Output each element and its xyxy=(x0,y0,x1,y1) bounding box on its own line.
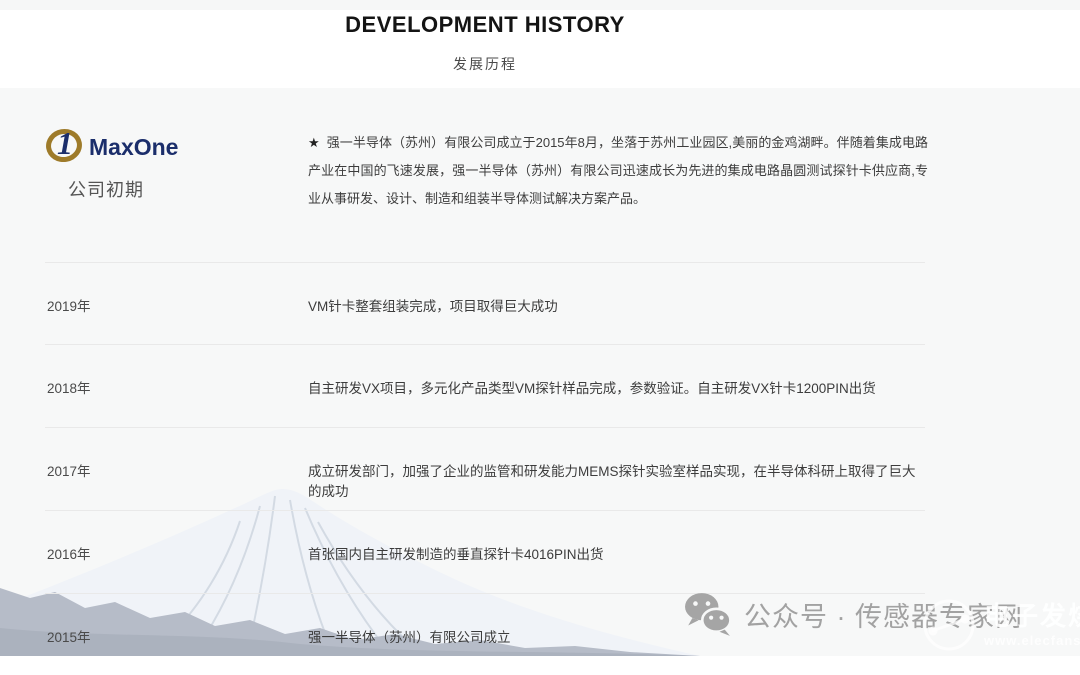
timeline-year: 2018年 xyxy=(47,381,91,396)
wechat-icon xyxy=(685,593,732,636)
elecfans-logo-icon xyxy=(923,599,975,651)
divider xyxy=(45,262,925,263)
company-intro-paragraph: ★ 强一半导体（苏州）有限公司成立于2015年8月，坐落于苏州工业园区,美丽的金鸡… xyxy=(308,129,928,213)
stage-label: 公司初期 xyxy=(68,180,144,200)
star-bullet-icon: ★ xyxy=(308,135,320,150)
timeline-description: 成立研发部门，加强了企业的监管和研发能力MEMS探针实验室样品实现，在半导体科研… xyxy=(308,464,916,499)
elecfans-watermark: 电子发烧友 www.elecfans.com xyxy=(922,598,1080,652)
timeline-row-2016: 2016年 首张国内自主研发制造的垂直探针卡4016PIN出货 xyxy=(45,510,925,592)
divider xyxy=(45,510,925,511)
development-history-page: DEVELOPMENT HISTORY 发展历程 1 MaxOne 公司初期 ★… xyxy=(0,0,1080,656)
timeline-year: 2019年 xyxy=(47,299,91,314)
company-logo-block: 1 MaxOne 公司初期 xyxy=(43,125,264,202)
elecfans-name: 电子发烧友 xyxy=(984,601,1080,632)
timeline-row-2019: 2019年 VM针卡整套组装完成，项目取得巨大成功 xyxy=(45,262,925,344)
numeral-one-glyph: 1 xyxy=(57,125,73,161)
elecfans-text-block: 电子发烧友 www.elecfans.com xyxy=(984,602,1080,648)
maxone-logo-icon: 1 xyxy=(43,125,88,168)
header: DEVELOPMENT HISTORY 发展历程 xyxy=(45,0,925,88)
timeline-description: 首张国内自主研发制造的垂直探针卡4016PIN出货 xyxy=(308,547,604,562)
timeline-year: 2015年 xyxy=(47,630,91,645)
page-subtitle: 发展历程 xyxy=(453,56,517,72)
timeline-description: VM针卡整套组装完成，项目取得巨大成功 xyxy=(308,299,558,314)
elecfans-url: www.elecfans.com xyxy=(984,632,1080,648)
brand-name: MaxOne xyxy=(89,133,179,160)
timeline-year: 2016年 xyxy=(47,547,91,562)
timeline-year: 2017年 xyxy=(47,464,91,479)
timeline-description: 自主研发VX项目，多元化产品类型VM探针样品完成，参数验证。自主研发VX针卡12… xyxy=(308,381,876,396)
divider xyxy=(45,344,925,345)
page-title: DEVELOPMENT HISTORY xyxy=(345,12,625,37)
timeline-row-2018: 2018年 自主研发VX项目，多元化产品类型VM探针样品完成，参数验证。自主研发… xyxy=(45,344,925,426)
timeline-row-2017: 2017年 成立研发部门，加强了企业的监管和研发能力MEMS探针实验室样品实现，… xyxy=(45,427,925,509)
intro-description: 强一半导体（苏州）有限公司成立于2015年8月，坐落于苏州工业园区,美丽的金鸡湖… xyxy=(308,135,929,206)
divider xyxy=(45,427,925,428)
logo-row: 1 MaxOne xyxy=(43,125,264,168)
